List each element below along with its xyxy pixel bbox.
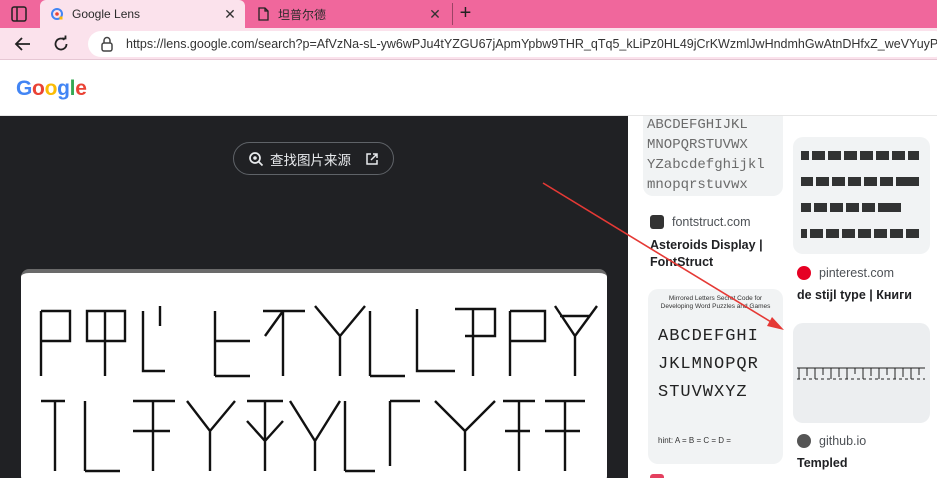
find-image-source-button[interactable]: 查找图片来源 <box>233 142 394 175</box>
tab-title: 坦普尔德 <box>278 7 327 22</box>
logo-letter: o <box>44 77 58 100</box>
result-source-fontstruct[interactable]: fontstruct.com <box>650 215 751 229</box>
tab-templed[interactable]: 坦普尔德 ✕ <box>246 0 450 28</box>
close-tab-icon[interactable]: ✕ <box>424 3 446 25</box>
back-button[interactable] <box>11 33 35 55</box>
source-name: pinterest.com <box>819 266 895 280</box>
result-title-github[interactable]: Templed <box>797 455 847 472</box>
letters-row: ABCDEFGHI <box>658 327 759 346</box>
pinterest-icon <box>797 266 811 280</box>
new-tab-button[interactable]: + <box>452 3 474 25</box>
google-header: Google <box>0 61 937 116</box>
tab-google-lens[interactable]: Google Lens ✕ <box>40 0 245 28</box>
preview-line: YZabcdefghijkl <box>647 157 765 173</box>
tab-bar: Google Lens ✕ 坦普尔德 ✕ + <box>0 0 937 28</box>
result-image-pinterest[interactable] <box>793 137 930 254</box>
result-image-fontstruct[interactable]: ABCDEFGHIJKL MNOPQRSTUVWX YZabcdefghijkl… <box>643 116 783 196</box>
next-result-source-icon <box>650 474 664 478</box>
selected-image-crop[interactable] <box>21 269 607 478</box>
back-arrow-icon <box>14 37 30 51</box>
tab-actions-icon[interactable] <box>8 4 30 24</box>
destijl-glyphs-image <box>801 151 919 238</box>
logo-letter: g <box>57 77 70 100</box>
lens-image-panel: 查找图片来源 <box>0 116 628 478</box>
result-image-mirrored-letters[interactable]: Mirrored Letters Secret Code for Develop… <box>648 289 783 464</box>
font-preview-image: ABCDEFGHIJKL MNOPQRSTUVWX YZabcdefghijkl… <box>647 117 765 193</box>
reload-icon <box>54 35 68 51</box>
result-image-github[interactable] <box>793 323 930 423</box>
lock-icon[interactable] <box>98 35 116 53</box>
logo-letter: e <box>75 77 87 100</box>
templed-glyphs-image <box>797 367 925 380</box>
close-tab-icon[interactable]: ✕ <box>219 3 241 25</box>
lens-search-icon <box>249 151 264 166</box>
reload-button[interactable] <box>49 33 73 55</box>
mirrored-letters-rows: ABCDEFGHI JKLMNOPQR STUVWXYZ <box>658 323 759 407</box>
github-globe-icon <box>797 434 811 448</box>
find-image-source-label: 查找图片来源 <box>270 152 351 168</box>
letters-row: JKLMNOPQR <box>658 355 759 374</box>
navigation-bar: https://lens.google.com/search?p=AfVzNa-… <box>0 28 937 60</box>
fontstruct-icon <box>650 215 664 229</box>
result-source-pinterest[interactable]: pinterest.com <box>797 266 894 280</box>
google-logo[interactable]: Google <box>16 77 87 101</box>
address-bar[interactable]: https://lens.google.com/search?p=AfVzNa-… <box>88 31 937 57</box>
preview-line: ABCDEFGHIJKL <box>647 117 748 133</box>
page-icon <box>258 7 269 21</box>
url-text: https://lens.google.com/search?p=AfVzNa-… <box>126 37 937 51</box>
hint-text: hint: A = B = C = D = <box>658 436 731 445</box>
open-in-new-icon <box>366 152 378 165</box>
preview-line: mnopqrstuvwx <box>647 177 748 193</box>
result-title-fontstruct[interactable]: Asteroids Display | FontStruct <box>650 237 770 271</box>
source-name: github.io <box>819 434 867 448</box>
result-source-github[interactable]: github.io <box>797 434 866 448</box>
source-name: fontstruct.com <box>672 215 751 229</box>
tab-title: Google Lens <box>72 7 141 21</box>
preview-line: MNOPQRSTUVWX <box>647 137 748 153</box>
card-header-text: Mirrored Letters Secret Code for Develop… <box>660 295 771 310</box>
cipher-glyphs-image <box>39 305 598 473</box>
result-title-pinterest[interactable]: de stijl type | Книги <box>797 287 932 304</box>
logo-letter: G <box>16 77 33 100</box>
letters-row: STUVWXYZ <box>658 383 748 402</box>
logo-letter: o <box>32 77 45 100</box>
google-lens-icon <box>51 8 63 20</box>
visual-matches-panel: ABCDEFGHIJKL MNOPQRSTUVWX YZabcdefghijkl… <box>628 116 937 478</box>
